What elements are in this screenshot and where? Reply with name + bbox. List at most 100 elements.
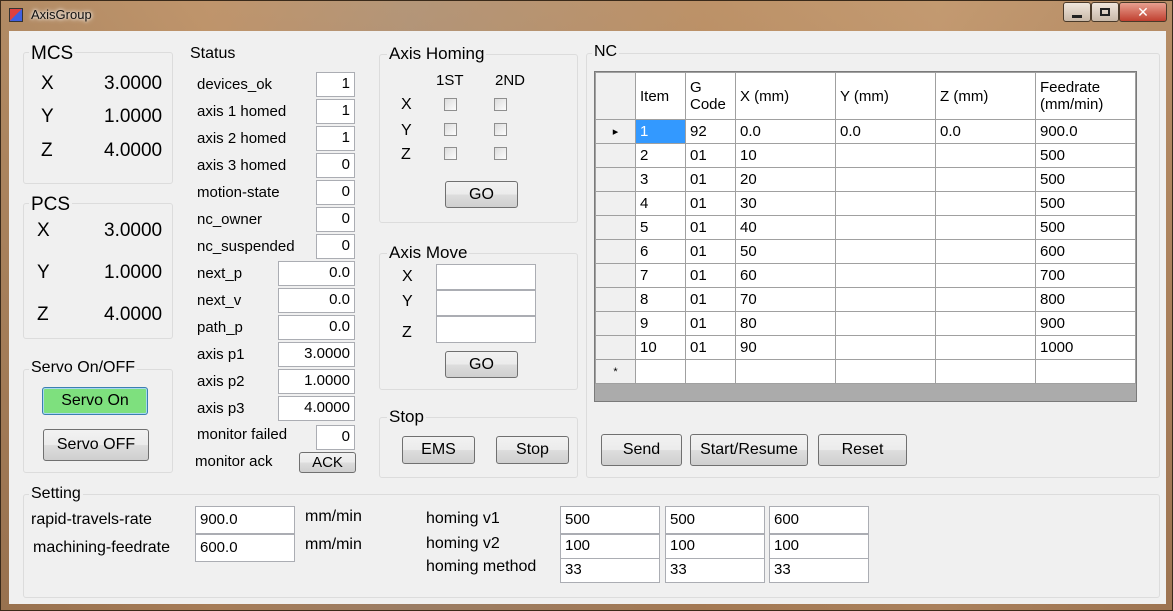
title-bar[interactable]: AxisGroup ✕ (1, 1, 1172, 29)
axis-p2-field[interactable]: 1.0000 (278, 369, 355, 394)
nc-cell[interactable] (835, 239, 936, 264)
nc-cell[interactable] (835, 311, 936, 336)
home-y-1st-checkbox[interactable] (444, 123, 457, 136)
row-header[interactable]: ▸ (595, 119, 636, 144)
devices-ok-field[interactable]: 1 (316, 72, 355, 97)
ems-button[interactable]: EMS (402, 436, 475, 464)
home-z-2nd-checkbox[interactable] (494, 147, 507, 160)
nc-cell[interactable]: 20 (735, 167, 836, 192)
nc-cell[interactable] (1035, 359, 1136, 384)
nc-cell[interactable]: 3 (635, 167, 686, 192)
table-row[interactable]: 8 01 70 800 (595, 287, 1136, 312)
nc-cell[interactable]: 10 (735, 143, 836, 168)
nc-cell[interactable] (635, 359, 686, 384)
row-header[interactable] (595, 167, 636, 192)
nc-cell[interactable]: 40 (735, 215, 836, 240)
row-header[interactable] (595, 239, 636, 264)
table-row[interactable]: 10 01 90 1000 (595, 335, 1136, 360)
nc-cell[interactable]: 2 (635, 143, 686, 168)
homing-v1-axis3-input[interactable]: 600 (769, 506, 869, 534)
nc-cell[interactable] (935, 287, 1036, 312)
rapid-rate-input[interactable]: 900.0 (195, 506, 295, 534)
nc-cell[interactable] (935, 215, 1036, 240)
start-resume-button[interactable]: Start/Resume (690, 434, 808, 466)
nc-cell[interactable]: 4 (635, 191, 686, 216)
table-row[interactable]: 4 01 30 500 (595, 191, 1136, 216)
nc-cell[interactable]: 0.0 (935, 119, 1036, 144)
homing-method-axis1-input[interactable]: 33 (560, 558, 660, 583)
homing-v2-axis3-input[interactable]: 100 (769, 534, 869, 559)
nc-cell[interactable]: 01 (685, 239, 736, 264)
nc-cell[interactable]: 500 (1035, 167, 1136, 192)
homing-v2-axis1-input[interactable]: 100 (560, 534, 660, 559)
home-x-2nd-checkbox[interactable] (494, 98, 507, 111)
nc-cell[interactable]: 90 (735, 335, 836, 360)
nc-cell[interactable]: 70 (735, 287, 836, 312)
nc-cell[interactable] (935, 359, 1036, 384)
nc-cell[interactable]: 9 (635, 311, 686, 336)
nc-cell[interactable]: 01 (685, 167, 736, 192)
nc-column-header[interactable]: Item (635, 72, 686, 120)
nc-cell[interactable]: 92 (685, 119, 736, 144)
nc-cell[interactable]: 30 (735, 191, 836, 216)
close-button[interactable]: ✕ (1119, 2, 1167, 22)
nc-cell[interactable]: 50 (735, 239, 836, 264)
nc-cell[interactable]: 01 (685, 143, 736, 168)
nc-cell[interactable] (835, 287, 936, 312)
machining-feedrate-input[interactable]: 600.0 (195, 534, 295, 562)
nc-cell[interactable] (935, 335, 1036, 360)
home-y-2nd-checkbox[interactable] (494, 123, 507, 136)
nc-cell[interactable] (835, 167, 936, 192)
new-row[interactable]: * (595, 359, 1136, 384)
servo-on-button[interactable]: Servo On (42, 387, 148, 415)
nc-cell[interactable]: 60 (735, 263, 836, 288)
row-header[interactable] (595, 287, 636, 312)
axis1-homed-field[interactable]: 1 (316, 99, 355, 124)
path-p-field[interactable]: 0.0 (278, 315, 355, 340)
nc-column-header[interactable]: G Code (685, 72, 736, 120)
nc-cell[interactable]: 500 (1035, 143, 1136, 168)
table-row[interactable]: 9 01 80 900 (595, 311, 1136, 336)
nc-cell[interactable] (935, 239, 1036, 264)
nc-cell[interactable]: 6 (635, 239, 686, 264)
home-z-1st-checkbox[interactable] (444, 147, 457, 160)
next-v-field[interactable]: 0.0 (278, 288, 355, 313)
nc-cell[interactable] (835, 263, 936, 288)
table-row[interactable]: ▸ 1 92 0.0 0.0 0.0 900.0 (595, 119, 1136, 144)
nc-column-header[interactable]: Y (mm) (835, 72, 936, 120)
table-row[interactable]: 7 01 60 700 (595, 263, 1136, 288)
nc-suspended-field[interactable]: 0 (316, 234, 355, 259)
row-header[interactable] (595, 311, 636, 336)
nc-cell[interactable]: 800 (1035, 287, 1136, 312)
nc-cell[interactable]: 1 (635, 119, 686, 144)
nc-cell[interactable] (935, 143, 1036, 168)
nc-cell[interactable]: 01 (685, 263, 736, 288)
row-header[interactable] (595, 263, 636, 288)
nc-column-header[interactable]: X (mm) (735, 72, 836, 120)
maximize-button[interactable] (1091, 2, 1119, 22)
nc-cell[interactable]: 01 (685, 215, 736, 240)
row-header[interactable]: * (595, 359, 636, 384)
nc-cell[interactable]: 500 (1035, 191, 1136, 216)
nc-cell[interactable]: 01 (685, 311, 736, 336)
row-header[interactable] (595, 215, 636, 240)
nc-cell[interactable]: 01 (685, 191, 736, 216)
axis-p3-field[interactable]: 4.0000 (278, 396, 355, 421)
nc-cell[interactable] (935, 191, 1036, 216)
nc-cell[interactable]: 1000 (1035, 335, 1136, 360)
nc-cell[interactable] (835, 215, 936, 240)
homing-method-axis3-input[interactable]: 33 (769, 558, 869, 583)
nc-program-grid[interactable]: Item G Code X (mm) Y (mm) Z (mm) Feedrate (mm/m… (594, 71, 1137, 402)
nc-cell[interactable]: 01 (685, 287, 736, 312)
axis3-homed-field[interactable]: 0 (316, 153, 355, 178)
next-p-field[interactable]: 0.0 (278, 261, 355, 286)
homing-method-axis2-input[interactable]: 33 (665, 558, 765, 583)
nc-cell[interactable]: 600 (1035, 239, 1136, 264)
axis2-homed-field[interactable]: 1 (316, 126, 355, 151)
table-row[interactable]: 6 01 50 600 (595, 239, 1136, 264)
nc-cell[interactable] (835, 359, 936, 384)
row-header[interactable] (595, 143, 636, 168)
nc-cell[interactable] (685, 359, 736, 384)
send-button[interactable]: Send (601, 434, 682, 466)
nc-cell[interactable]: 900.0 (1035, 119, 1136, 144)
